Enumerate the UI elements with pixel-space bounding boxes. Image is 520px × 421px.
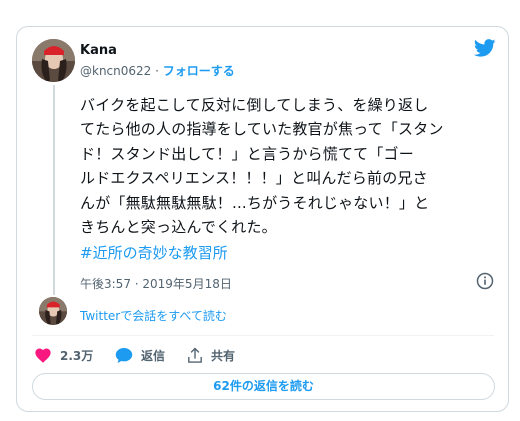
author-handle-row: @kncn0622 · フォローする bbox=[80, 62, 235, 79]
reply-label: 返信 bbox=[141, 348, 166, 363]
read-conversation-link[interactable]: Twitterで会話をすべて読む bbox=[80, 307, 227, 324]
share-button[interactable]: 共有 bbox=[187, 345, 235, 365]
speech-bubble-icon bbox=[115, 347, 133, 363]
reply-avatar[interactable] bbox=[39, 297, 67, 325]
reply-button[interactable]: 返信 bbox=[115, 345, 165, 365]
share-upload-icon bbox=[188, 347, 202, 363]
handle-separator: · bbox=[151, 64, 163, 78]
tweet-timestamp[interactable]: 午後3:57 · 2019年5月18日 bbox=[80, 275, 232, 292]
thread-line bbox=[53, 85, 55, 295]
info-icon[interactable] bbox=[476, 272, 494, 290]
author-avatar[interactable] bbox=[32, 39, 75, 82]
follow-button[interactable]: フォローする bbox=[163, 64, 235, 78]
like-button[interactable]: 2.3万 bbox=[34, 345, 93, 365]
twitter-bird-icon[interactable] bbox=[473, 39, 496, 57]
read-replies-button[interactable]: 62件の返信を読む bbox=[32, 373, 495, 400]
tweet-card: Kana @kncn0622 · フォローする バイクを起こして反対に倒してしま… bbox=[16, 26, 509, 412]
like-count: 2.3万 bbox=[60, 348, 94, 363]
share-label: 共有 bbox=[211, 348, 236, 363]
author-name[interactable]: Kana bbox=[80, 43, 117, 58]
divider bbox=[32, 335, 494, 336]
author-handle[interactable]: @kncn0622 bbox=[80, 64, 151, 78]
tweet-body-text: バイクを起こして反対に倒してしまう、を繰り返し てたら他の人の指導をしていた教官… bbox=[80, 96, 444, 237]
heart-icon bbox=[35, 348, 51, 363]
hashtag-link[interactable]: #近所の奇妙な教習所 bbox=[80, 242, 228, 263]
